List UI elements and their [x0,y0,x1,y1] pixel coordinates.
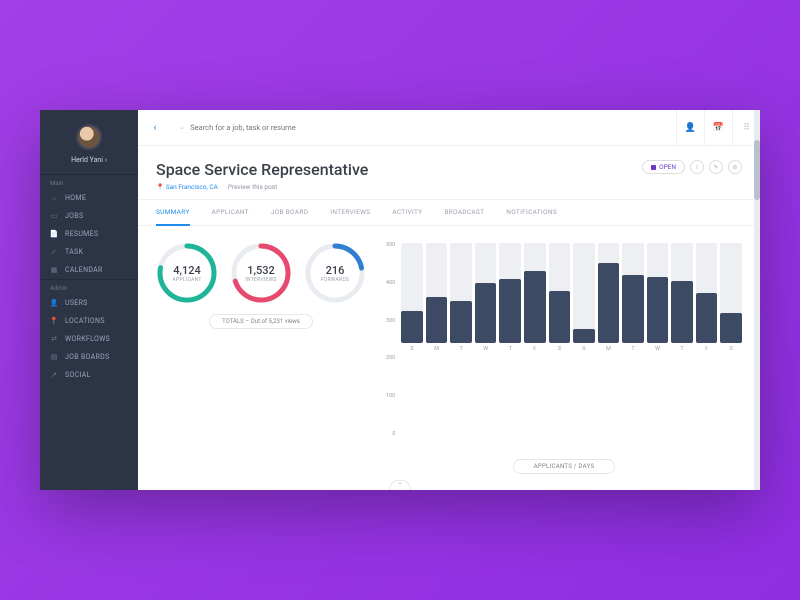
tab-activity[interactable]: ACTIVITY [392,200,422,225]
bar-2[interactable]: T [450,243,472,352]
bar-5[interactable]: F [524,243,546,352]
sidebar-item-home[interactable]: ⌂HOME [40,189,138,207]
content: 4,124APPLICANT1,532INTERVIEWS216FORWARDS… [138,226,760,490]
sidebar: Herld Yani › Main ⌂HOME▭JOBS📄RESUMES✓TAS… [40,110,138,490]
sidebar-item-workflows[interactable]: ⇄WORKFLOWS [40,330,138,348]
briefcase-icon: ▭ [50,212,58,220]
calendar-icon: ▦ [50,266,58,274]
calendar-icon[interactable]: 📅 [704,110,732,146]
page-meta: 📍 San Francisco, CA Preview this post [156,183,742,191]
sidebar-item-calendar[interactable]: ▦CALENDAR [40,261,138,279]
sidebar-item-task[interactable]: ✓TASK [40,243,138,261]
sidebar-section-admin: Admin [40,279,138,294]
page-title: Space Service Representative [156,160,368,179]
location-link[interactable]: 📍 San Francisco, CA [156,183,218,191]
sidebar-item-social[interactable]: ↗SOCIAL [40,366,138,384]
bar-10[interactable]: W [647,243,669,352]
bar-12[interactable]: F [696,243,718,352]
sidebar-item-resumes[interactable]: 📄RESUMES [40,225,138,243]
bar-7[interactable]: S [573,243,595,352]
flow-icon: ⇄ [50,335,58,343]
user-menu-icon[interactable]: 👤 [676,110,704,146]
bar-13[interactable]: S [720,243,742,352]
tabs: SUMMARY APPLICANT JOB BOARD INTERVIEWS ACTIV… [138,200,760,226]
bar-9[interactable]: T [622,243,644,352]
bar-8[interactable]: M [598,243,620,352]
applicants-chart: 5004003002001000 SMTWTFSSMTWTFS APPLICAN… [386,242,742,474]
tab-job-board[interactable]: JOB BOARD [271,200,308,225]
file-icon: 📄 [50,230,58,238]
tab-notifications[interactable]: NOTIFICATIONS [506,200,557,225]
sidebar-item-users[interactable]: 👤USERS [40,294,138,312]
profile-section[interactable]: Herld Yani › [40,110,138,174]
bar-1[interactable]: M [426,243,448,352]
tab-summary[interactable]: SUMMARY [156,200,190,226]
stat-interviews: 1,532INTERVIEWS [230,242,292,304]
share-icon: ↗ [50,371,58,379]
scrollbar[interactable] [754,110,760,490]
home-icon: ⌂ [50,194,58,202]
board-icon: ▤ [50,353,58,361]
search-bar[interactable]: ⌕ [172,123,676,133]
check-icon: ✓ [50,248,58,256]
username[interactable]: Herld Yani › [71,156,107,164]
sidebar-section-main: Main [40,174,138,189]
bar-6[interactable]: S [549,243,571,352]
page-header: Space Service Representative OPEN i ✎ ⊘ … [138,146,760,200]
search-icon: ⌕ [180,123,184,133]
user-icon: 👤 [50,299,58,307]
scroll-thumb[interactable] [754,140,760,200]
stats-panel: 4,124APPLICANT1,532INTERVIEWS216FORWARDS… [156,242,366,474]
chart-caption: APPLICANTS / DAYS [513,459,616,474]
tab-interviews[interactable]: INTERVIEWS [330,200,370,225]
search-input[interactable] [190,123,668,132]
bar-3[interactable]: W [475,243,497,352]
topbar: ‹ ⌕ 👤 📅 ⠿ [138,110,760,146]
avatar[interactable] [76,124,102,150]
edit-button[interactable]: ✎ [709,160,723,174]
tab-applicant[interactable]: APPLICANT [212,200,249,225]
stat-forwards: 216FORWARDS [304,242,366,304]
main-area: ‹ ⌕ 👤 📅 ⠿ Space Service Representative O… [138,110,760,490]
tab-broadcast[interactable]: BROADCAST [444,200,484,225]
app-window: Herld Yani › Main ⌂HOME▭JOBS📄RESUMES✓TAS… [40,110,760,490]
pin-icon: 📍 [50,317,58,325]
info-button[interactable]: i [690,160,704,174]
totals-caption: TOTALS – Out of 5,231 views [209,314,313,329]
sidebar-item-locations[interactable]: 📍LOCATIONS [40,312,138,330]
sidebar-item-jobs[interactable]: ▭JOBS [40,207,138,225]
bar-0[interactable]: S [401,243,423,352]
back-button[interactable]: ‹ [138,121,172,134]
sidebar-item-job-boards[interactable]: ▤JOB BOARDS [40,348,138,366]
status-badge[interactable]: OPEN [642,160,685,174]
more-button[interactable]: ⊘ [728,160,742,174]
bar-4[interactable]: T [499,243,521,352]
stat-applicant: 4,124APPLICANT [156,242,218,304]
chart-y-axis: 5004003002001000 [386,242,395,449]
bar-11[interactable]: T [671,243,693,352]
chart-bars: SMTWTFSSMTWTFS [401,242,742,352]
preview-link[interactable]: Preview this post [228,183,277,191]
header-actions: OPEN i ✎ ⊘ [642,160,742,174]
